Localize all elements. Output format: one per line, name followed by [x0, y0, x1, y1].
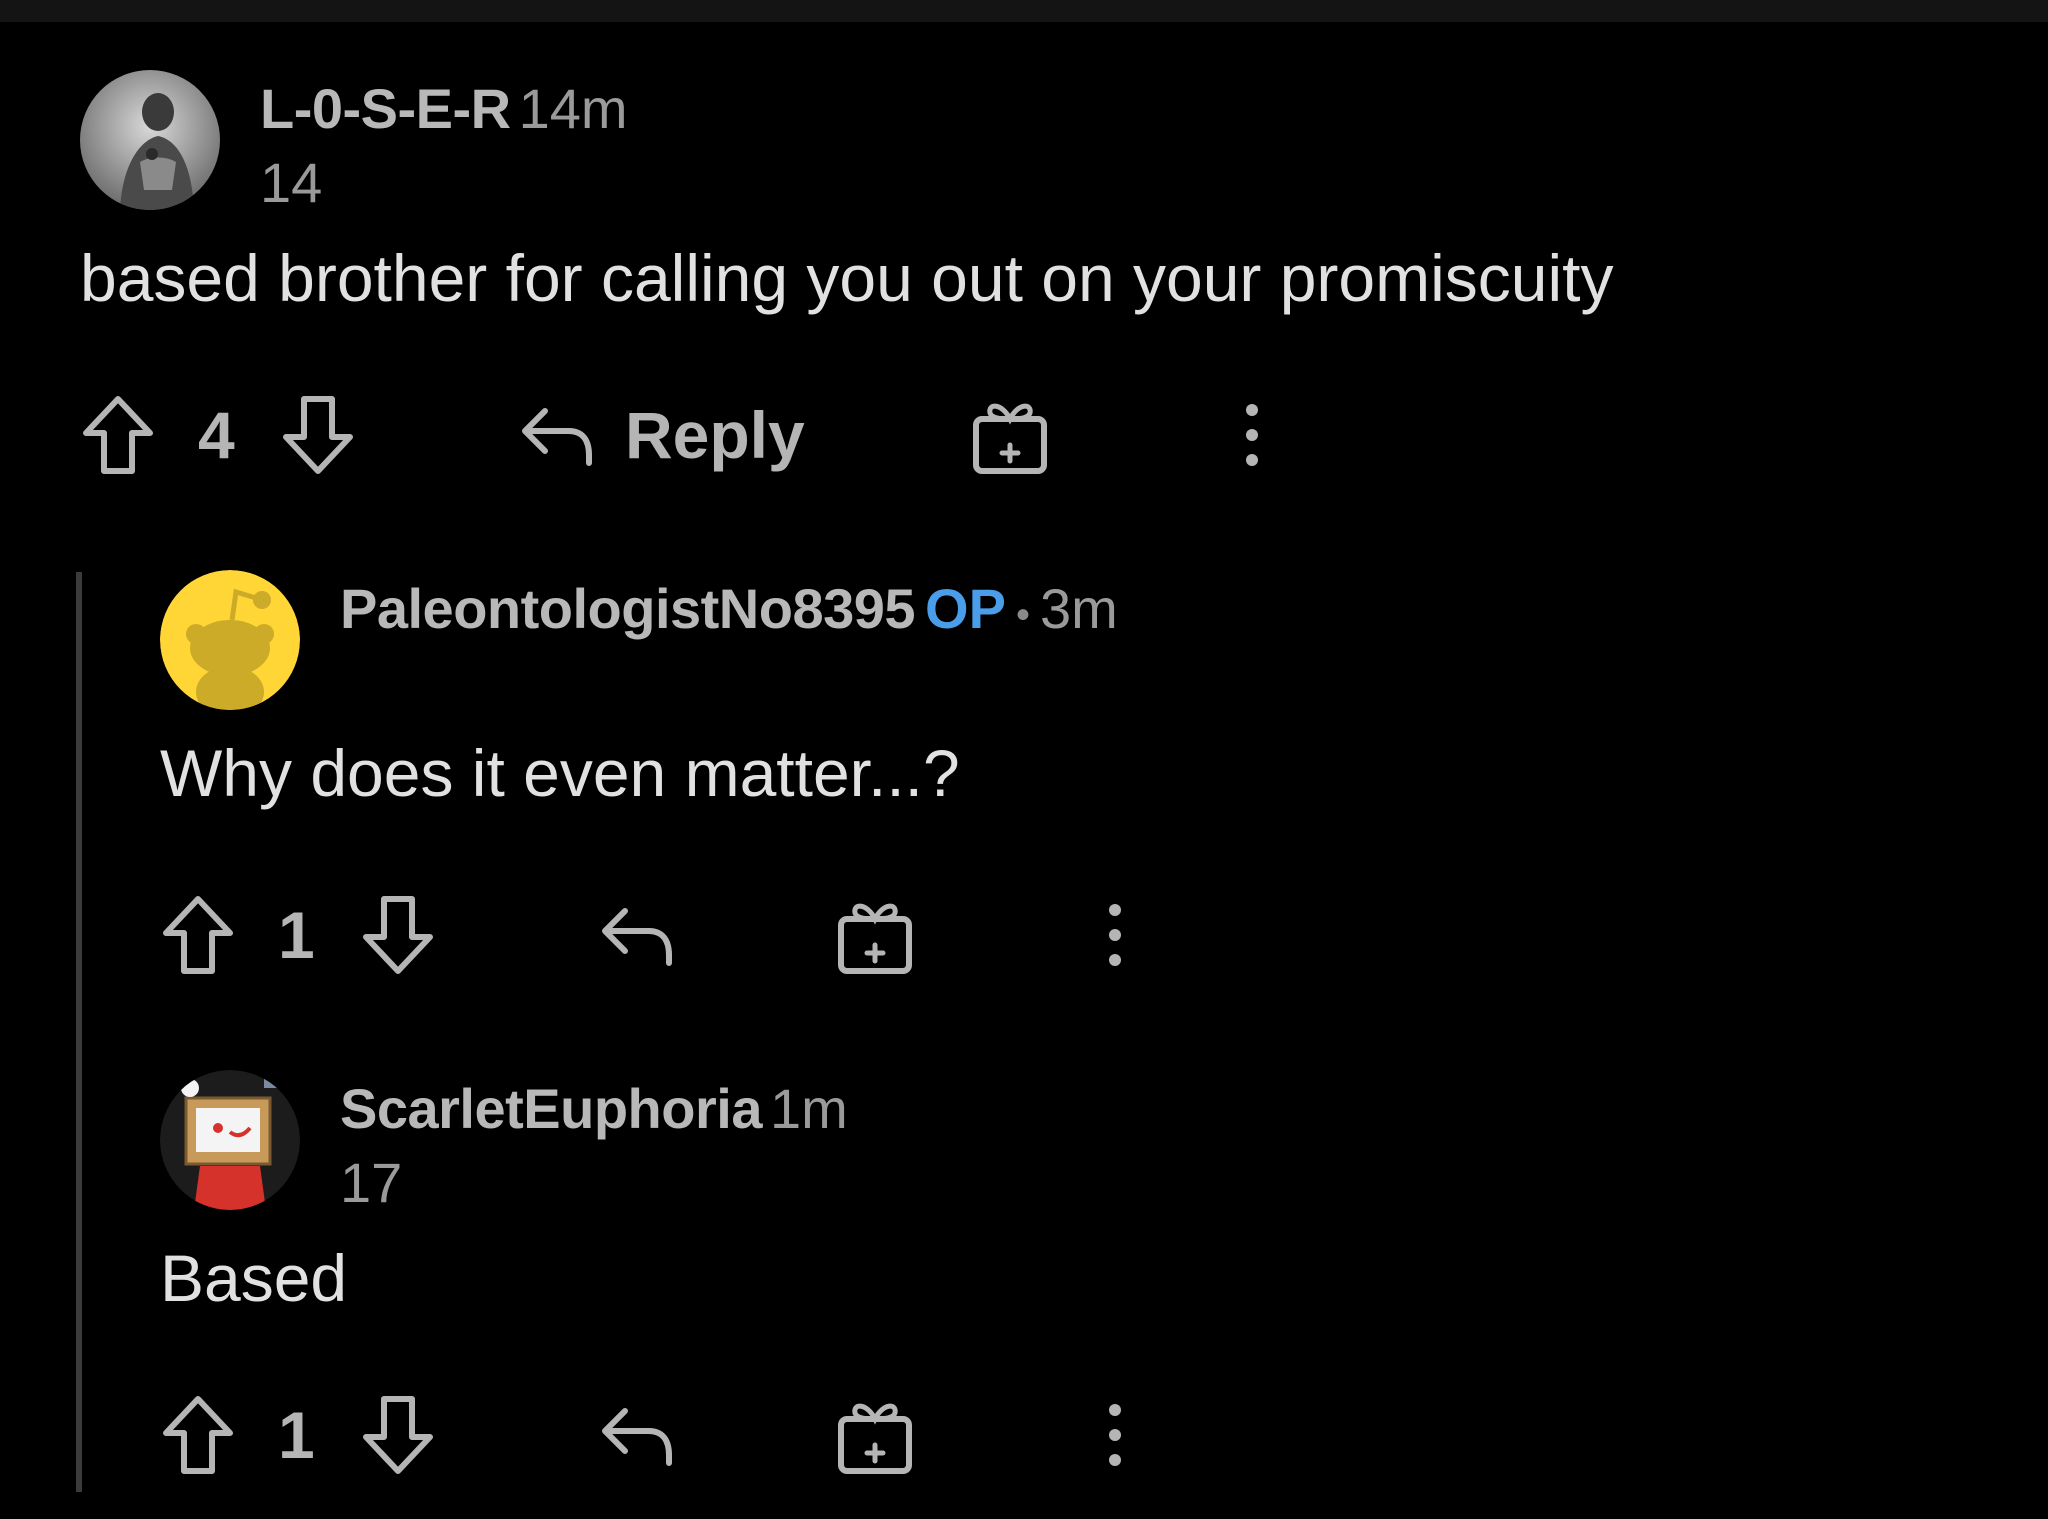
downvote-icon: [283, 396, 353, 474]
avatar[interactable]: [160, 570, 300, 710]
vote-count: 1: [278, 898, 315, 972]
snoo-avatar-image: [160, 1070, 300, 1210]
reply-icon: [602, 908, 672, 966]
award-button[interactable]: [835, 1390, 915, 1480]
upvote-icon: [83, 396, 153, 474]
downvote-button[interactable]: [280, 390, 356, 480]
award-icon: [838, 1403, 912, 1474]
reply-button[interactable]: [597, 890, 675, 980]
award-icon: [838, 903, 912, 974]
meta-separator: •: [1015, 593, 1030, 637]
downvote-button[interactable]: [360, 1390, 436, 1480]
award-button[interactable]: [970, 390, 1050, 480]
vote-count: 4: [198, 398, 235, 472]
avatar[interactable]: [160, 1070, 300, 1210]
award-button[interactable]: [835, 890, 915, 980]
comment-body: Why does it even matter...?: [160, 736, 960, 810]
vote-count-container: 1: [278, 1390, 315, 1480]
downvote-icon: [363, 896, 433, 974]
reply-icon: [522, 408, 592, 466]
comment-meta: ScarletEuphoria 1m: [340, 1076, 848, 1141]
username[interactable]: L-0-S-E-R: [260, 77, 511, 140]
comment-body: Based: [160, 1241, 348, 1315]
comment-meta: PaleontologistNo8395 OP • 3m: [340, 576, 1118, 641]
username[interactable]: ScarletEuphoria: [340, 1077, 762, 1140]
vote-count-container: 4: [198, 390, 235, 480]
user-avatar-image: [80, 70, 220, 210]
avatar[interactable]: [80, 70, 220, 210]
downvote-button[interactable]: [360, 890, 436, 980]
more-options-button[interactable]: [1103, 1390, 1127, 1480]
user-karma: 17: [340, 1151, 403, 1214]
upvote-icon: [163, 1396, 233, 1474]
timestamp: 14m: [518, 77, 628, 140]
status-bar: [0, 0, 2048, 22]
op-badge: OP: [925, 577, 1006, 640]
downvote-icon: [363, 1396, 433, 1474]
more-options-icon: [1109, 904, 1121, 966]
username[interactable]: PaleontologistNo8395: [340, 577, 916, 640]
reply-button[interactable]: Reply: [517, 390, 805, 480]
vote-count-container: 1: [278, 890, 315, 980]
timestamp: 3m: [1039, 577, 1118, 640]
more-options-button[interactable]: [1103, 890, 1127, 980]
upvote-button[interactable]: [80, 390, 156, 480]
reply-label: Reply: [625, 398, 805, 472]
more-options-button[interactable]: [1240, 390, 1264, 480]
award-icon: [973, 403, 1047, 474]
vote-count: 1: [278, 1398, 315, 1472]
reply-icon: [602, 1408, 672, 1466]
more-options-icon: [1246, 404, 1258, 466]
thread-line[interactable]: [76, 572, 82, 1492]
upvote-icon: [163, 896, 233, 974]
reply-button[interactable]: [597, 1390, 675, 1480]
timestamp: 1m: [769, 1077, 848, 1140]
upvote-button[interactable]: [160, 1390, 236, 1480]
comment-meta: L-0-S-E-R 14m: [260, 76, 628, 141]
upvote-button[interactable]: [160, 890, 236, 980]
user-karma: 14: [260, 151, 323, 214]
comment-body: based brother for calling you out on you…: [80, 241, 1614, 315]
more-options-icon: [1109, 1404, 1121, 1466]
snoo-avatar-image: [160, 570, 300, 710]
